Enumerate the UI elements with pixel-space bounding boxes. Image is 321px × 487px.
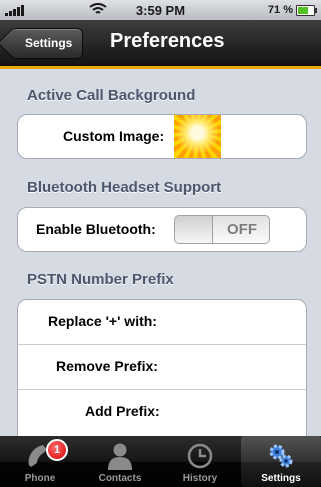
tab-history[interactable]: History (160, 436, 240, 487)
section-header-call-background: Active Call Background (27, 87, 196, 104)
gears-icon (269, 444, 293, 468)
battery-percentage: 71 % (267, 4, 293, 16)
back-button-settings[interactable]: Settings (10, 28, 84, 59)
enable-bluetooth-label: Enable Bluetooth: (36, 221, 156, 237)
clock-icon (187, 443, 213, 469)
tab-bar: 1 Phone Contacts History Settings (0, 436, 321, 487)
section-header-bluetooth: Bluetooth Headset Support (27, 179, 222, 196)
preferences-list: Active Call Background Custom Image: Blu… (0, 69, 321, 451)
group-pstn-prefix: Replace '+' with: Remove Prefix: Add Pre… (17, 299, 307, 451)
toggle-state-text: OFF (227, 221, 257, 238)
tab-contacts-label: Contacts (98, 473, 142, 484)
custom-image-row[interactable]: Custom Image: (18, 115, 306, 158)
tab-history-label: History (182, 473, 218, 484)
remove-prefix-row[interactable]: Remove Prefix: (18, 345, 306, 390)
custom-image-label: Custom Image: (63, 128, 165, 144)
navigation-bar: Settings Preferences (0, 20, 321, 69)
group-bluetooth: Enable Bluetooth: OFF (17, 207, 307, 252)
remove-prefix-label: Remove Prefix: (56, 358, 158, 374)
page-title: Preferences (110, 30, 225, 52)
person-icon (108, 443, 132, 470)
toggle-knob (175, 216, 213, 243)
add-prefix-row[interactable]: Add Prefix: (18, 390, 306, 434)
tab-phone-label: Phone (24, 473, 56, 484)
enable-bluetooth-row: Enable Bluetooth: OFF (18, 208, 306, 251)
group-call-background: Custom Image: (17, 114, 307, 159)
add-prefix-label: Add Prefix: (85, 403, 160, 419)
tab-phone[interactable]: 1 Phone (0, 436, 80, 487)
back-button-label: Settings (25, 36, 73, 50)
replace-plus-label: Replace '+' with: (48, 313, 157, 329)
tab-settings[interactable]: Settings (241, 436, 321, 487)
bluetooth-toggle[interactable]: OFF (174, 215, 270, 244)
battery-icon (296, 5, 317, 16)
missed-calls-badge: 1 (46, 439, 68, 461)
status-bar: 3:59 PM 71 % (0, 0, 321, 20)
section-header-pstn-prefix: PSTN Number Prefix (27, 271, 174, 288)
custom-image-thumbnail[interactable] (174, 115, 221, 158)
replace-plus-row[interactable]: Replace '+' with: (18, 300, 306, 345)
tab-contacts[interactable]: Contacts (80, 436, 160, 487)
tab-settings-label: Settings (261, 473, 301, 484)
